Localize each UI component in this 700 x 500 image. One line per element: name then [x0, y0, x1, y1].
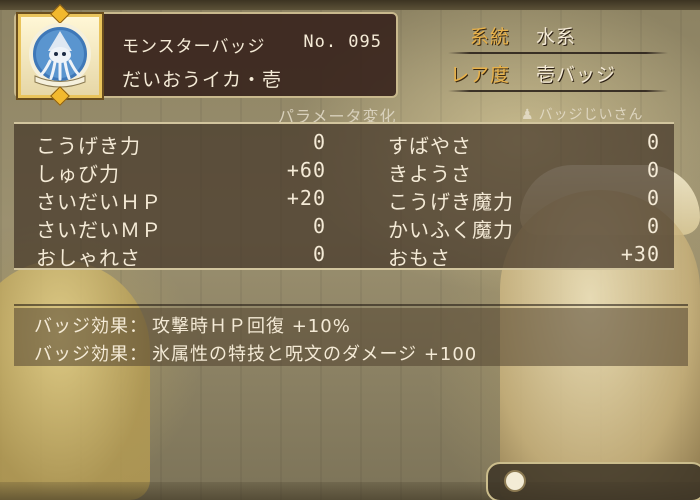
bottom-button[interactable] — [486, 462, 700, 500]
effect-label: バッジ効果： — [34, 344, 148, 365]
npc-yellow-character — [0, 260, 150, 500]
badge-effects-panel: バッジ効果： 攻撃時ＨＰ回復 +10% バッジ効果： 氷属性の特技と呪文のダメージ … — [14, 308, 688, 366]
effect-text: 攻撃時ＨＰ回復 +10% — [152, 316, 351, 337]
info-divider-bottom — [448, 90, 668, 92]
badge-effect-line: バッジ効果： 氷属性の特技と呪文のダメージ +100 — [34, 340, 477, 366]
rarity-value: 壱バッジ — [536, 64, 617, 86]
param-name: こうげき力 — [36, 134, 141, 158]
param-name: おしゃれさ — [36, 246, 141, 270]
param-value: +30 — [620, 242, 660, 266]
effects-divider-top — [14, 304, 688, 306]
param-value: 0 — [312, 242, 326, 266]
badge-image-frame — [18, 4, 102, 106]
param-row: かいふく魔力 0 — [388, 214, 660, 242]
top-edge — [0, 0, 700, 10]
param-row: おしゃれさ 0 — [36, 242, 326, 270]
param-value: 0 — [646, 158, 660, 182]
parameter-panel: こうげき力 0 しゅび力 +60 さいだいＨＰ +20 さいだいＭＰ 0 おしゃ… — [14, 122, 674, 270]
badge-effect-line: バッジ効果： 攻撃時ＨＰ回復 +10% — [34, 312, 351, 338]
param-value: 0 — [646, 130, 660, 154]
badge-number: No. 095 — [303, 32, 382, 52]
info-divider — [448, 52, 668, 54]
param-row: きようさ 0 — [388, 158, 660, 186]
param-name: さいだいＭＰ — [36, 218, 162, 242]
effect-label: バッジ効果： — [34, 316, 148, 337]
param-value: 0 — [646, 186, 660, 210]
param-name: すばやさ — [388, 134, 472, 158]
effect-text: 氷属性の特技と呪文のダメージ +100 — [152, 344, 478, 365]
param-name: さいだいＨＰ — [36, 190, 162, 214]
param-row: さいだいＨＰ +20 — [36, 186, 326, 214]
param-name: こうげき魔力 — [388, 190, 514, 214]
param-row: こうげき魔力 0 — [388, 186, 660, 214]
param-row: こうげき力 0 — [36, 130, 326, 158]
param-value: 0 — [646, 214, 660, 238]
param-value: +60 — [286, 158, 326, 182]
param-value: +20 — [286, 186, 326, 210]
param-name: きようさ — [388, 162, 472, 186]
param-name: かいふく魔力 — [388, 218, 514, 242]
param-row: しゅび力 +60 — [36, 158, 326, 186]
giant-squid-badge-icon — [29, 23, 91, 88]
system-value: 水系 — [536, 26, 577, 48]
badge-name: だいおうイカ・壱 — [122, 69, 283, 91]
person-icon: ♟ — [521, 107, 535, 123]
npc-name-label: ♟ バッジじいさん — [521, 104, 644, 124]
param-row: すばやさ 0 — [388, 130, 660, 158]
button-circle-icon — [504, 470, 526, 492]
badge-type-title: モンスターバッジ — [122, 37, 266, 57]
param-value: 0 — [312, 214, 326, 238]
param-row: おもさ +30 — [388, 242, 660, 270]
param-value: 0 — [312, 130, 326, 154]
param-row: さいだいＭＰ 0 — [36, 214, 326, 242]
rarity-label: レア度 — [450, 64, 511, 86]
param-name: しゅび力 — [36, 162, 120, 186]
param-name: おもさ — [388, 246, 451, 270]
npc-name-text: バッジじいさん — [538, 107, 644, 123]
system-label: 系統 — [470, 26, 511, 48]
